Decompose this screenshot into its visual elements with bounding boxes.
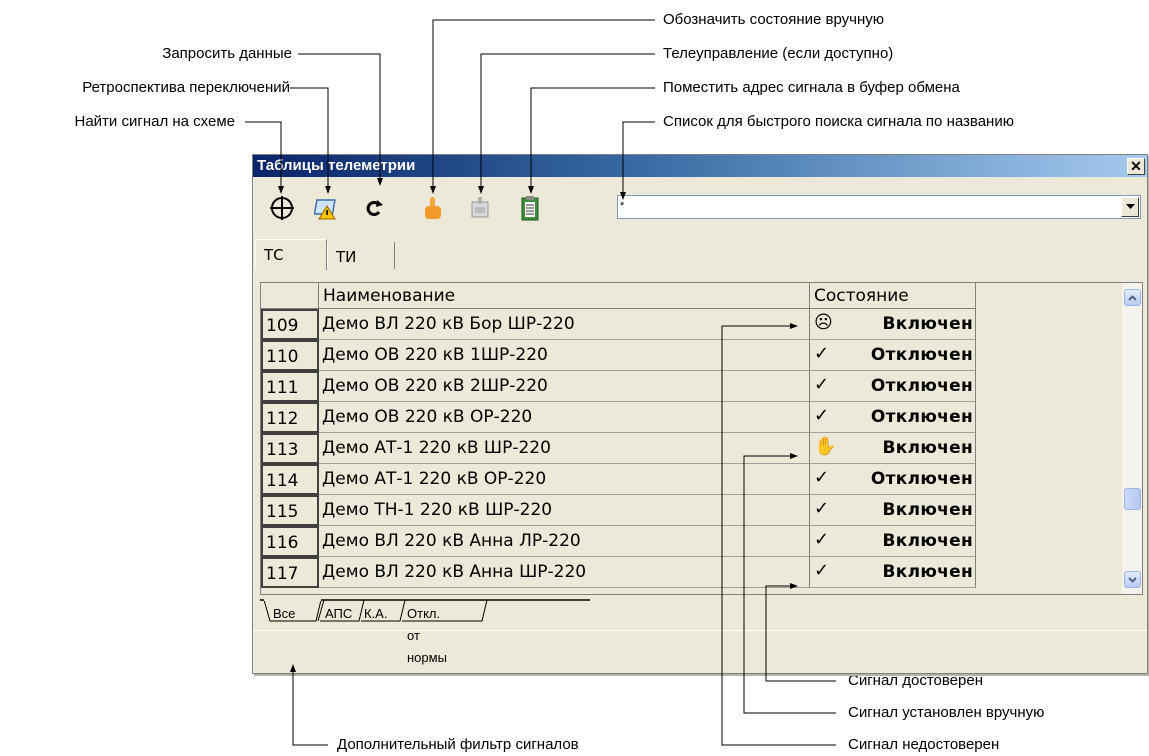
retrospective-icon[interactable] — [313, 193, 343, 223]
state-icon: ☹ — [814, 312, 833, 333]
tab-ts[interactable]: ТС — [255, 239, 327, 270]
callout-signal-invalid: Сигнал недостоверен — [848, 736, 1000, 753]
vertical-scrollbar[interactable] — [1122, 283, 1142, 594]
row-number-cell: 112 — [261, 402, 319, 433]
signal-name-cell: Демо АТ-1 220 кВ ШР-220 — [319, 433, 810, 464]
signal-name-cell: Демо ВЛ 220 кВ Анна ШР-220 — [319, 557, 810, 588]
scroll-down-button[interactable] — [1124, 571, 1141, 588]
callout-quick-search: Список для быстрого поиска сигнала по на… — [663, 113, 1014, 130]
state-text: Включен — [882, 314, 973, 334]
state-text: Отключен — [870, 407, 973, 427]
tab-ti[interactable]: ТИ — [327, 242, 395, 269]
state-text: Включен — [882, 562, 973, 582]
table-row[interactable]: 116 Демо ВЛ 220 кВ Анна ЛР-220 ✓ Включен — [261, 526, 977, 557]
state-text: Включен — [882, 531, 973, 551]
signal-state-cell: ✓ Включен — [810, 495, 976, 526]
state-icon: ✓ — [814, 467, 830, 488]
row-number-cell: 117 — [261, 557, 319, 588]
state-icon: ✓ — [814, 560, 830, 581]
state-text: Включен — [882, 438, 973, 458]
callout-find-signal: Найти сигнал на схеме — [74, 113, 236, 130]
state-icon: ✓ — [814, 529, 830, 550]
table-row[interactable]: 109 Демо ВЛ 220 кВ Бор ШР-220 ☹ Включен — [261, 309, 977, 340]
tab-ti-label: ТИ — [336, 248, 357, 266]
table-row[interactable]: 113 Демо АТ-1 220 кВ ШР-220 ✋ Включен — [261, 433, 977, 464]
table-row[interactable]: 114 Демо АТ-1 220 кВ ОР-220 ✓ Отключен — [261, 464, 977, 495]
filter-tab-all[interactable]: Все — [273, 603, 295, 625]
signal-state-cell: ✓ Отключен — [810, 402, 976, 433]
signal-name-cell: Демо АТ-1 220 кВ ОР-220 — [319, 464, 810, 495]
row-number-cell: 109 — [261, 309, 319, 340]
signal-state-cell: ✓ Включен — [810, 557, 976, 588]
state-text: Отключен — [870, 376, 973, 396]
signal-state-cell: ✓ Отключен — [810, 464, 976, 495]
callout-manual-state: Обозначить состояние вручную — [663, 11, 884, 28]
state-text: Отключен — [870, 345, 973, 365]
quick-search-combobox[interactable] — [617, 195, 1141, 219]
row-number-cell: 116 — [261, 526, 319, 557]
state-text: Включен — [882, 500, 973, 520]
signal-state-cell: ☹ Включен — [810, 309, 976, 340]
signal-state-cell: ✓ Включен — [810, 526, 976, 557]
table-row[interactable]: 112 Демо ОВ 220 кВ ОР-220 ✓ Отключен — [261, 402, 977, 433]
state-icon: ✓ — [814, 405, 830, 426]
refresh-icon[interactable] — [359, 193, 389, 223]
signal-state-cell: ✓ Отключен — [810, 340, 976, 371]
search-input[interactable] — [620, 197, 1110, 215]
column-header-num[interactable] — [261, 283, 319, 309]
signal-state-cell: ✋ Включен — [810, 433, 976, 464]
filter-tab-off-norm[interactable]: Откл. от нормы — [407, 603, 447, 665]
signal-name-cell: Демо ОВ 220 кВ 1ШР-220 — [319, 340, 810, 371]
state-icon: ✓ — [814, 498, 830, 519]
signal-name-cell: Демо ВЛ 220 кВ Бор ШР-220 — [319, 309, 810, 340]
scroll-thumb[interactable] — [1124, 488, 1141, 510]
row-number-cell: 110 — [261, 340, 319, 371]
telecontrol-icon[interactable] — [465, 193, 495, 223]
crosshair-icon[interactable] — [267, 193, 297, 223]
table-row[interactable]: 115 Демо ТН-1 220 кВ ШР-220 ✓ Включен — [261, 495, 977, 526]
callout-request-data: Запросить данные — [162, 45, 292, 62]
signal-name-cell: Демо ОВ 220 кВ ОР-220 — [319, 402, 810, 433]
signal-state-cell: ✓ Отключен — [810, 371, 976, 402]
table-row[interactable]: 117 Демо ВЛ 220 кВ Анна ШР-220 ✓ Включен — [261, 557, 977, 588]
state-icon: ✋ — [814, 436, 837, 457]
callout-retrospective: Ретроспектива переключений — [82, 79, 290, 96]
row-number-cell: 115 — [261, 495, 319, 526]
clipboard-icon[interactable] — [515, 193, 545, 223]
state-icon: ✓ — [814, 343, 830, 364]
chevron-down-icon[interactable] — [1121, 197, 1139, 217]
filter-tab-aps[interactable]: АПС — [325, 603, 352, 625]
close-button[interactable]: ✕ — [1127, 158, 1145, 175]
tab-ts-label: ТС — [264, 246, 284, 264]
scroll-up-button[interactable] — [1124, 289, 1141, 306]
signal-name-cell: Демо ОВ 220 кВ 2ШР-220 — [319, 371, 810, 402]
table-row[interactable]: 111 Демо ОВ 220 кВ 2ШР-220 ✓ Отключен — [261, 371, 977, 402]
row-number-cell: 113 — [261, 433, 319, 464]
status-separator — [253, 630, 1147, 631]
telemetry-window: Таблицы телеметрии ✕ ТС ТИ Наименование … — [252, 154, 1148, 674]
callout-signal-manual: Сигнал установлен вручную — [848, 704, 1045, 721]
row-number-cell: 111 — [261, 371, 319, 402]
state-icon: ✓ — [814, 374, 830, 395]
state-text: Отключен — [870, 469, 973, 489]
filter-tab-ka[interactable]: К.А. — [364, 603, 387, 625]
callout-extra-filter: Дополнительный фильтр сигналов — [337, 736, 579, 753]
hand-pointer-icon[interactable] — [417, 193, 447, 223]
window-title: Таблицы телеметрии — [257, 157, 416, 174]
signal-name-cell: Демо ВЛ 220 кВ Анна ЛР-220 — [319, 526, 810, 557]
title-bar: Таблицы телеметрии ✕ — [253, 155, 1147, 177]
table-row[interactable]: 110 Демо ОВ 220 кВ 1ШР-220 ✓ Отключен — [261, 340, 977, 371]
column-header-state[interactable]: Состояние — [810, 283, 976, 309]
callout-signal-valid: Сигнал достоверен — [848, 672, 983, 689]
signal-name-cell: Демо ТН-1 220 кВ ШР-220 — [319, 495, 810, 526]
row-number-cell: 114 — [261, 464, 319, 495]
callout-copy-address: Поместить адрес сигнала в буфер обмена — [663, 79, 960, 96]
signals-table: Наименование Состояние 109 Демо ВЛ 220 кВ… — [260, 282, 1143, 595]
column-header-name[interactable]: Наименование — [319, 283, 810, 309]
callout-telecontrol: Телеуправление (если доступно) — [663, 45, 894, 62]
